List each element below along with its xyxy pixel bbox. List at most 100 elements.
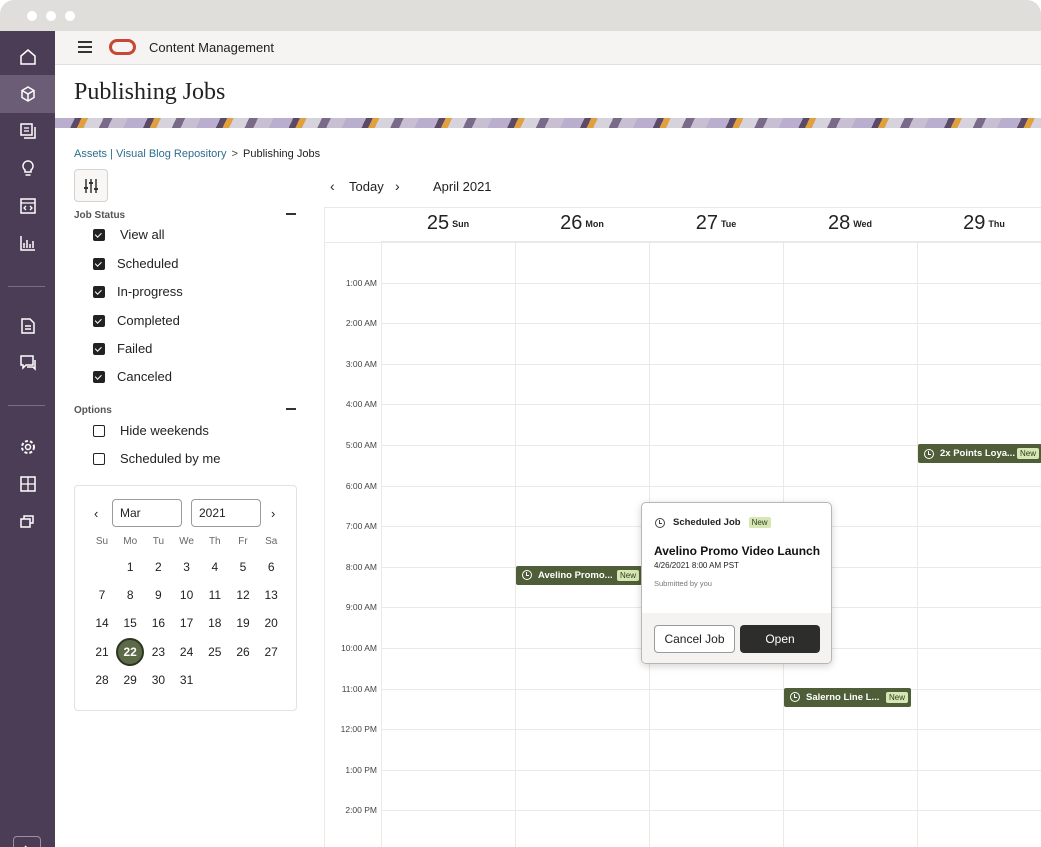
option-scheduled-by-me[interactable]: Scheduled by me <box>93 451 220 466</box>
mini-day[interactable]: 17 <box>173 609 201 637</box>
mini-day[interactable]: 9 <box>144 581 172 609</box>
filter-in-progress[interactable]: In-progress <box>93 284 183 299</box>
job-event[interactable]: 2x Points Loya... New <box>918 444 1041 463</box>
rail-home[interactable] <box>0 38 55 76</box>
weekday-header: Sa <box>265 536 278 547</box>
job-event[interactable]: Avelino Promo... New <box>516 565 642 585</box>
filter-scheduled[interactable]: Scheduled <box>93 256 178 271</box>
mini-day[interactable]: 14 <box>88 609 116 637</box>
mini-day[interactable]: 12 <box>229 581 257 609</box>
day-header-sun[interactable]: 25 Sun <box>381 208 515 242</box>
breadcrumb-repository[interactable]: Visual Blog Repository <box>116 148 226 160</box>
mini-day[interactable]: 19 <box>229 609 257 637</box>
popover-submitted: Submitted by you <box>654 579 712 588</box>
mini-day[interactable]: 1 <box>116 553 144 581</box>
mini-day[interactable]: 25 <box>201 638 229 666</box>
day-header-mon[interactable]: 26 Mon <box>515 208 649 242</box>
popover-title: Avelino Promo Video Launch <box>654 544 821 558</box>
mini-day[interactable]: 16 <box>144 609 172 637</box>
time-label: 8:00 AM <box>345 561 377 572</box>
checkbox[interactable] <box>93 228 105 241</box>
day-header-tue[interactable]: 27 Tue <box>649 208 783 242</box>
window-close-dot[interactable] <box>27 11 37 21</box>
mini-day[interactable]: 29 <box>116 666 144 694</box>
hour-line <box>381 485 1041 487</box>
option-label: Hide weekends <box>120 423 209 438</box>
mini-prev-month-button[interactable]: ‹ <box>94 506 98 521</box>
breadcrumb-assets[interactable]: Assets <box>74 148 107 160</box>
mini-day[interactable]: 24 <box>173 638 201 666</box>
filter-view-all[interactable]: View all <box>93 227 165 242</box>
rail-collections[interactable] <box>0 112 55 150</box>
mini-day[interactable]: 26 <box>229 638 257 666</box>
filter-panel-toggle-button[interactable] <box>74 169 108 202</box>
rail-analytics[interactable] <box>0 224 55 262</box>
hamburger-menu-icon[interactable] <box>78 41 92 53</box>
mini-day[interactable]: 27 <box>257 638 285 666</box>
hour-line <box>381 363 1041 365</box>
mini-day[interactable]: 5 <box>229 553 257 581</box>
mini-day[interactable]: 6 <box>257 553 285 581</box>
calendar-next-button[interactable]: › <box>395 178 400 194</box>
mini-day[interactable]: 21 <box>88 638 116 666</box>
collapse-options-button[interactable] <box>286 408 296 410</box>
checkbox[interactable] <box>93 452 105 465</box>
year-select[interactable]: 2021 <box>191 499 261 527</box>
settings-gear-icon <box>20 440 35 454</box>
checkbox[interactable] <box>93 424 105 437</box>
clock-icon <box>655 517 665 528</box>
mini-day[interactable]: 30 <box>144 666 172 694</box>
mini-day[interactable]: 10 <box>173 581 201 609</box>
mini-day[interactable]: 23 <box>144 638 172 666</box>
mini-day-selected[interactable]: 22 <box>116 637 145 666</box>
checkbox[interactable] <box>93 342 105 355</box>
rail-developer[interactable] <box>0 502 55 540</box>
expand-rail-button[interactable] <box>13 836 41 847</box>
today-button[interactable]: Today <box>349 179 384 194</box>
checkbox[interactable] <box>93 257 105 270</box>
checkbox[interactable] <box>93 370 105 383</box>
mini-day[interactable]: 31 <box>173 666 201 694</box>
checkbox[interactable] <box>93 285 105 298</box>
rail-integrations[interactable] <box>0 465 55 503</box>
filter-failed[interactable]: Failed <box>93 341 152 356</box>
window-minimize-dot[interactable] <box>46 11 56 21</box>
popover-time: 4/26/2021 8:00 AM PST <box>654 561 739 570</box>
checkbox[interactable] <box>93 314 105 327</box>
mini-day[interactable]: 18 <box>201 609 229 637</box>
rail-insights[interactable] <box>0 149 55 187</box>
rail-assets[interactable] <box>0 75 55 113</box>
option-hide-weekends[interactable]: Hide weekends <box>93 423 209 438</box>
day-header-wed[interactable]: 28 Wed <box>783 208 917 242</box>
calendar-prev-button[interactable]: ‹ <box>330 178 335 194</box>
mini-day[interactable]: 2 <box>144 553 172 581</box>
rail-documents[interactable] <box>0 307 55 345</box>
month-select[interactable]: Mar <box>112 499 182 527</box>
rail-divider <box>8 405 45 406</box>
mini-day[interactable]: 4 <box>201 553 229 581</box>
mini-day[interactable]: 8 <box>116 581 144 609</box>
job-event[interactable]: Salerno Line L... New <box>784 687 911 707</box>
mini-day[interactable]: 28 <box>88 666 116 694</box>
weekday-header: We <box>179 536 194 547</box>
window-maximize-dot[interactable] <box>65 11 75 21</box>
mini-day[interactable]: 3 <box>173 553 201 581</box>
collapse-job-status-button[interactable] <box>286 213 296 215</box>
time-label: 1:00 AM <box>345 277 377 288</box>
cancel-job-button[interactable]: Cancel Job <box>654 625 735 653</box>
breadcrumb-divider: | <box>110 148 113 160</box>
mini-day[interactable]: 20 <box>257 609 285 637</box>
filter-canceled[interactable]: Canceled <box>93 369 172 384</box>
rail-conversations[interactable] <box>0 344 55 382</box>
mini-day[interactable]: 11 <box>201 581 229 609</box>
mini-day[interactable]: 15 <box>116 609 144 637</box>
mini-next-month-button[interactable]: › <box>271 506 275 521</box>
mini-day[interactable]: 7 <box>88 581 116 609</box>
day-number: 29 <box>963 212 986 234</box>
mini-day[interactable]: 13 <box>257 581 285 609</box>
open-button[interactable]: Open <box>740 625 820 653</box>
rail-settings[interactable] <box>0 428 55 466</box>
day-header-thu[interactable]: 29 Thu <box>917 208 1041 242</box>
rail-sites[interactable] <box>0 187 55 225</box>
filter-completed[interactable]: Completed <box>93 313 180 328</box>
